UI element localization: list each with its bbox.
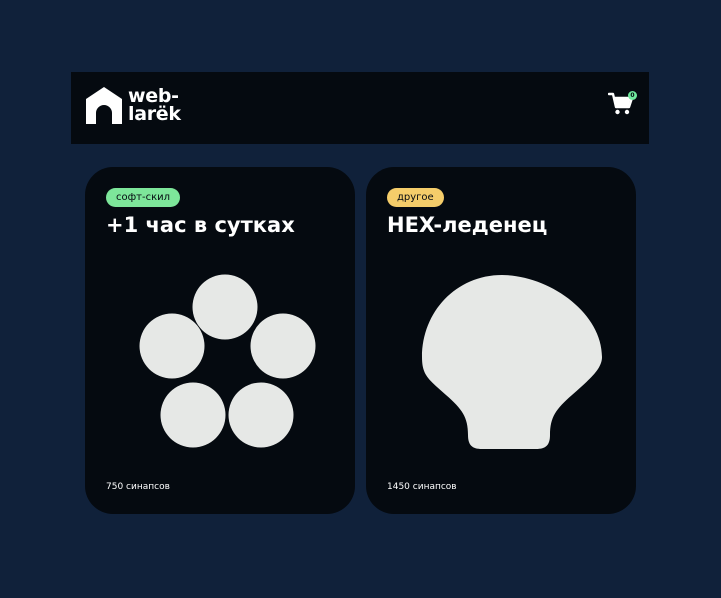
product-price: 750 синапсов — [106, 482, 170, 492]
logo-text-line2: larёk — [128, 103, 181, 125]
cart-count-badge: 0 — [628, 91, 637, 100]
circle-cluster-icon — [139, 274, 316, 448]
logo[interactable]: web- larёk — [84, 85, 184, 129]
product-title: HEX-леденец — [387, 213, 548, 237]
category-badge: софт-скил — [106, 188, 181, 207]
site-header: web- larёk 0 — [71, 72, 649, 144]
logo-text: web- larёk — [128, 87, 181, 125]
product-card[interactable]: софт-скил +1 час в сутках 750 синапсов — [85, 167, 355, 514]
product-price: 1450 синапсов — [387, 482, 457, 492]
cart-button[interactable]: 0 — [608, 91, 638, 119]
house-logo-icon — [86, 87, 122, 124]
product-title: +1 час в сутках — [106, 213, 295, 237]
product-card[interactable]: другое HEX-леденец 1450 синапсов — [366, 167, 636, 514]
shell-lollipop-icon — [422, 275, 602, 449]
category-badge: другое — [387, 188, 444, 207]
